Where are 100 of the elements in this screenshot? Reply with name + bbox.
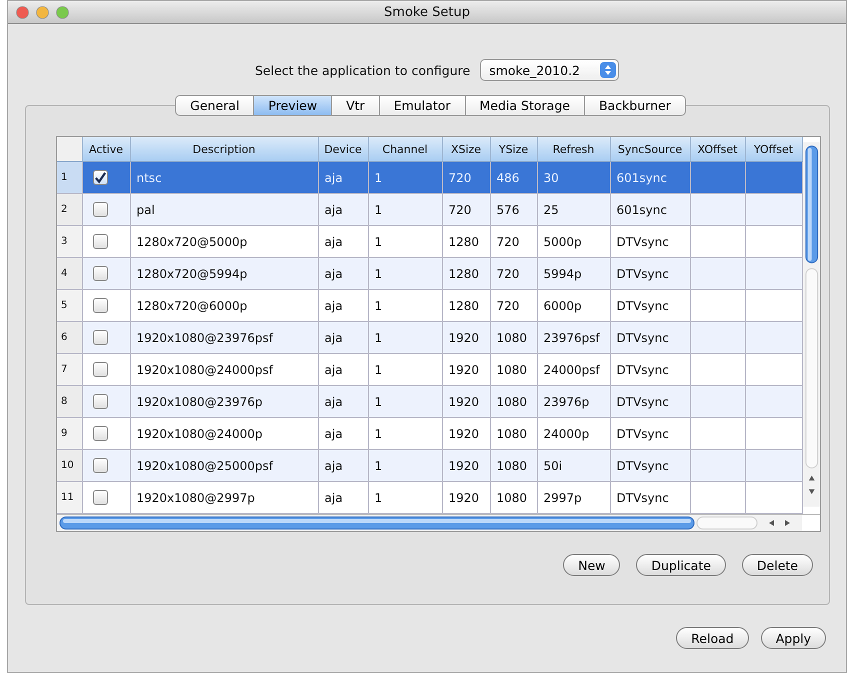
row-number: 10: [57, 450, 82, 482]
table-cell: 1: [368, 322, 442, 354]
table-cell: 1: [368, 162, 442, 194]
row-number: 2: [57, 194, 82, 226]
table-cell: DTVsync: [610, 482, 690, 514]
column-header[interactable]: SyncSource: [610, 137, 690, 162]
table-cell: DTVsync: [610, 322, 690, 354]
horizontal-scrollbar[interactable]: [57, 515, 802, 531]
tab[interactable]: Backburner: [584, 95, 686, 116]
window-control-icon[interactable]: [36, 6, 49, 18]
column-header[interactable]: Device: [318, 137, 368, 162]
table-row[interactable]: 10 1920x1080@25000psf aja 1 1920 1080 50i DTVsync: [57, 450, 802, 482]
checkbox[interactable]: [92, 298, 108, 314]
column-header[interactable]: YOffset: [745, 137, 802, 162]
column-header[interactable]: Refresh: [537, 137, 610, 162]
table-cell: 50i: [537, 450, 610, 482]
table-cell: 1920x1080@25000psf: [130, 450, 318, 482]
checkbox[interactable]: [92, 234, 108, 250]
table-action-button[interactable]: New: [563, 554, 620, 576]
table-cell: aja: [318, 482, 368, 514]
table-cell: aja: [318, 194, 368, 226]
checkbox[interactable]: [92, 330, 108, 346]
table-cell: 1080: [490, 482, 537, 514]
table-cell: 1: [368, 482, 442, 514]
table-cell: 1: [368, 450, 442, 482]
table-cell: 1920: [442, 450, 490, 482]
table-row[interactable]: 11 1920x1080@2997p aja 1 1920 1080 2997p DTVsync: [57, 482, 802, 514]
footer-button[interactable]: Apply: [760, 627, 826, 649]
stepper-icon: [600, 62, 616, 78]
table-cell: 1080: [490, 386, 537, 418]
table-cell: 486: [490, 162, 537, 194]
footer-button[interactable]: Reload: [676, 627, 749, 649]
table-cell: 1280: [442, 258, 490, 290]
window-title: Smoke Setup: [384, 4, 470, 20]
column-header[interactable]: Description: [130, 137, 318, 162]
table-row[interactable]: 1 ntsc aja 1 720 486 30 601sync: [57, 162, 802, 194]
table-cell: 1920: [442, 386, 490, 418]
table-cell: 720: [442, 162, 490, 194]
table-cell: 1: [368, 194, 442, 226]
table-cell: aja: [318, 258, 368, 290]
tab[interactable]: Media Storage: [466, 95, 585, 116]
table-cell: aja: [318, 162, 368, 194]
table-cell: 1280x720@5994p: [130, 258, 318, 290]
table-cell: 576: [490, 194, 537, 226]
table-cell: 1920x1080@23976p: [130, 386, 318, 418]
table-cell: aja: [318, 386, 368, 418]
table-row[interactable]: 8 1920x1080@23976p aja 1 1920 1080 23976p DTVsync: [57, 386, 802, 418]
tab[interactable]: Emulator: [380, 95, 466, 116]
table-action-button[interactable]: Duplicate: [636, 554, 726, 576]
checkbox[interactable]: [92, 490, 108, 506]
table-cell: DTVsync: [610, 450, 690, 482]
checkbox[interactable]: [92, 170, 108, 186]
table-cell: 601sync: [610, 162, 690, 194]
selector-label: Select the application to configure: [254, 62, 470, 78]
row-number: 7: [57, 354, 82, 386]
table-cell: 601sync: [610, 194, 690, 226]
table-cell: 720: [490, 258, 537, 290]
row-number: 6: [57, 322, 82, 354]
row-number: 5: [57, 290, 82, 322]
column-header[interactable]: Active: [82, 137, 130, 162]
table-cell: 2997p: [537, 482, 610, 514]
table-cell: DTVsync: [610, 386, 690, 418]
table-cell: 1080: [490, 450, 537, 482]
table-cell: 5994p: [537, 258, 610, 290]
checkbox[interactable]: [92, 266, 108, 282]
row-number: 8: [57, 386, 82, 418]
row-number: 11: [57, 482, 82, 514]
checkbox[interactable]: [92, 202, 108, 218]
table-cell: 1920: [442, 482, 490, 514]
table-cell: 1920: [442, 322, 490, 354]
application-dropdown[interactable]: smoke_2010.2: [480, 59, 619, 81]
table-cell: 1920x1080@2997p: [130, 482, 318, 514]
column-header[interactable]: Channel: [368, 137, 442, 162]
row-number: 4: [57, 258, 82, 290]
table-cell: 1080: [490, 322, 537, 354]
table-row[interactable]: 2 pal aja 1 720 576 25 601sync: [57, 194, 802, 226]
tab[interactable]: General: [175, 95, 254, 116]
table-cell: aja: [318, 450, 368, 482]
row-number: 1: [57, 162, 82, 194]
tab[interactable]: Vtr: [332, 95, 380, 116]
tab[interactable]: Preview: [254, 95, 332, 116]
column-header[interactable]: XSize: [442, 137, 490, 162]
table-action-button[interactable]: Delete: [742, 554, 813, 576]
checkbox[interactable]: [92, 458, 108, 474]
column-header[interactable]: YSize: [490, 137, 537, 162]
column-header[interactable]: XOffset: [690, 137, 745, 162]
checkbox[interactable]: [92, 362, 108, 378]
window-control-icon[interactable]: [16, 6, 29, 18]
checkbox[interactable]: [92, 394, 108, 410]
checkbox[interactable]: [92, 426, 108, 442]
row-number: 9: [57, 418, 82, 450]
table-row[interactable]: 6 1920x1080@23976psf aja 1 1920 1080 23976psf DTVsync: [57, 322, 802, 354]
table-cell: 1920x1080@23976psf: [130, 322, 318, 354]
table-row[interactable]: 4 1280x720@5994p aja 1 1280 720 5994p DTVsync: [57, 258, 802, 290]
window-control-icon[interactable]: [56, 6, 69, 18]
table-cell: ntsc: [130, 162, 318, 194]
table-cell: 23976psf: [537, 322, 610, 354]
table-cell: 720: [442, 194, 490, 226]
table-cell: 1: [368, 386, 442, 418]
table-cell: aja: [318, 322, 368, 354]
